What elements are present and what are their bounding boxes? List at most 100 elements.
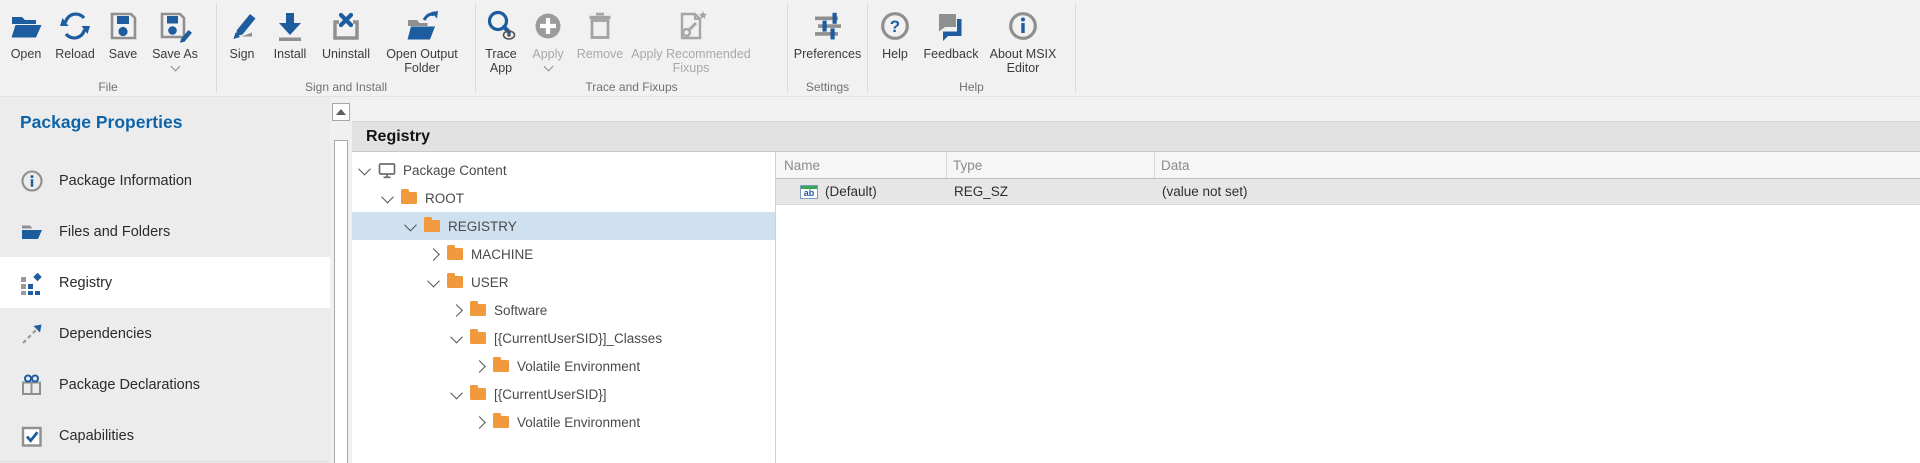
ribbon-group-trace-fixups: Trace App Apply Remove Apply Recommend — [476, 0, 787, 96]
column-header-type[interactable]: Type — [946, 152, 1154, 178]
ribbon-spacer — [1076, 0, 1920, 96]
sidebar-item-dependencies[interactable]: Dependencies — [0, 308, 330, 359]
feedback-button[interactable]: Feedback — [920, 3, 982, 61]
sidebar-item-label: Files and Folders — [59, 224, 170, 240]
registry-grid-icon — [20, 271, 44, 295]
save-as-icon — [157, 5, 193, 47]
folder-icon — [470, 332, 486, 344]
tree-item-software[interactable]: Software — [352, 296, 775, 324]
tree-item-machine[interactable]: MACHINE — [352, 240, 775, 268]
tree-item-volatile-environment-classes[interactable]: Volatile Environment — [352, 352, 775, 380]
folder-icon — [493, 360, 509, 372]
checkbox-icon — [20, 424, 44, 448]
folder-icon — [470, 388, 486, 400]
help-circle-icon: ? — [878, 5, 912, 47]
sidebar-item-label: Registry — [59, 275, 112, 291]
folder-icon — [447, 248, 463, 260]
open-button[interactable]: Open — [2, 3, 50, 61]
tree-item-volatile-environment[interactable]: Volatile Environment — [352, 408, 775, 436]
sidebar-item-files-and-folders[interactable]: Files and Folders — [0, 206, 330, 257]
tree-item-registry[interactable]: REGISTRY — [352, 212, 775, 240]
dependency-arrow-icon — [20, 322, 44, 346]
main-top-strip — [352, 97, 1920, 121]
value-data: (value not set) — [1154, 184, 1920, 199]
help-button[interactable]: ? Help — [870, 3, 920, 61]
feedback-bubble-icon — [933, 5, 969, 47]
ribbon-group-file: Open Reload Save Save As — [0, 0, 216, 96]
preferences-sliders-icon — [811, 5, 845, 47]
chevron-down-icon[interactable] — [404, 218, 417, 231]
tree-item-root[interactable]: ROOT — [352, 184, 775, 212]
sidebar-package-properties: Package Properties Package Information F… — [0, 97, 330, 463]
sidebar-scrollbar[interactable] — [330, 97, 352, 463]
sign-button[interactable]: Sign — [219, 3, 265, 61]
chevron-down-icon[interactable] — [427, 274, 440, 287]
sidebar-item-registry[interactable]: Registry — [0, 257, 330, 308]
chevron-right-icon[interactable] — [473, 360, 486, 373]
tree-item-currentusersid[interactable]: [{CurrentUserSID}] — [352, 380, 775, 408]
reload-icon — [58, 5, 92, 47]
registry-title: Registry — [366, 128, 430, 146]
reload-button[interactable]: Reload — [50, 3, 100, 61]
chevron-down-icon — [170, 62, 180, 72]
table-row[interactable]: ab (Default) REG_SZ (value not set) — [776, 179, 1920, 205]
recommended-fixups-icon — [673, 5, 709, 47]
about-info-icon — [1006, 5, 1040, 47]
chevron-down-icon[interactable] — [381, 190, 394, 203]
sidebar-item-capabilities[interactable]: Capabilities — [0, 410, 330, 461]
ribbon-group-help: ? Help Feedback About MSIX Editor Help — [868, 0, 1075, 96]
scroll-up-button[interactable] — [332, 103, 350, 121]
sidebar-item-label: Package Declarations — [59, 377, 200, 393]
ribbon-group-label: Settings — [788, 80, 867, 94]
chevron-down-icon[interactable] — [358, 162, 371, 175]
tree-item-currentusersid-classes[interactable]: [{CurrentUserSID}]_Classes — [352, 324, 775, 352]
uninstall-x-icon — [329, 5, 363, 47]
remove-trash-icon — [583, 5, 617, 47]
folder-icon — [447, 276, 463, 288]
info-circle-icon — [20, 169, 44, 193]
open-output-folder-icon — [404, 5, 440, 47]
value-type: REG_SZ — [946, 184, 1154, 199]
sidebar-item-package-declarations[interactable]: Package Declarations — [0, 359, 330, 410]
chevron-right-icon[interactable] — [473, 416, 486, 429]
install-button[interactable]: Install — [265, 3, 315, 61]
sidebar-item-label: Package Information — [59, 173, 192, 189]
folder-icon — [470, 304, 486, 316]
chevron-down-icon[interactable] — [450, 330, 463, 343]
sidebar-item-label: Dependencies — [59, 326, 152, 342]
save-button[interactable]: Save — [100, 3, 146, 61]
about-msix-editor-button[interactable]: About MSIX Editor — [982, 3, 1064, 75]
open-folder-icon — [9, 5, 43, 47]
apply-plus-icon — [531, 5, 565, 47]
tree-item-package-content[interactable]: Package Content — [352, 156, 775, 184]
chevron-right-icon[interactable] — [450, 304, 463, 317]
apply-recommended-fixups-button[interactable]: Apply Recommended Fixups — [628, 3, 754, 75]
chevron-down-icon — [543, 62, 553, 72]
apply-button[interactable]: Apply — [524, 3, 572, 70]
trace-app-button[interactable]: Trace App — [478, 3, 524, 75]
sidebar-divider — [0, 461, 330, 462]
tree-item-user[interactable]: USER — [352, 268, 775, 296]
main-panel: Registry Package Content ROOT REGI — [352, 97, 1920, 463]
value-name: (Default) — [825, 184, 877, 199]
ribbon-group-settings: Preferences Settings — [788, 0, 867, 96]
save-as-button[interactable]: Save As — [146, 3, 204, 70]
sidebar-item-label: Capabilities — [59, 428, 134, 444]
column-header-name[interactable]: Name — [776, 152, 946, 178]
chevron-right-icon[interactable] — [427, 248, 440, 261]
scroll-thumb[interactable] — [334, 140, 348, 463]
uninstall-button[interactable]: Uninstall — [315, 3, 377, 61]
ribbon-group-sign-install: Sign Install Uninstall Open Output Folde… — [217, 0, 475, 96]
sign-pencil-icon — [225, 5, 259, 47]
column-header-data[interactable]: Data — [1154, 152, 1920, 178]
registry-tree: Package Content ROOT REGISTRY MACHINE — [352, 152, 776, 463]
chevron-down-icon[interactable] — [450, 386, 463, 399]
preferences-button[interactable]: Preferences — [790, 3, 865, 61]
ribbon-group-label: Trace and Fixups — [476, 80, 787, 94]
sidebar-item-package-information[interactable]: Package Information — [0, 155, 330, 206]
svg-text:?: ? — [890, 17, 900, 36]
remove-button[interactable]: Remove — [572, 3, 628, 61]
reg-sz-ab-icon: ab — [800, 185, 818, 199]
folder-icon — [401, 192, 417, 204]
open-output-folder-button[interactable]: Open Output Folder — [377, 3, 467, 75]
